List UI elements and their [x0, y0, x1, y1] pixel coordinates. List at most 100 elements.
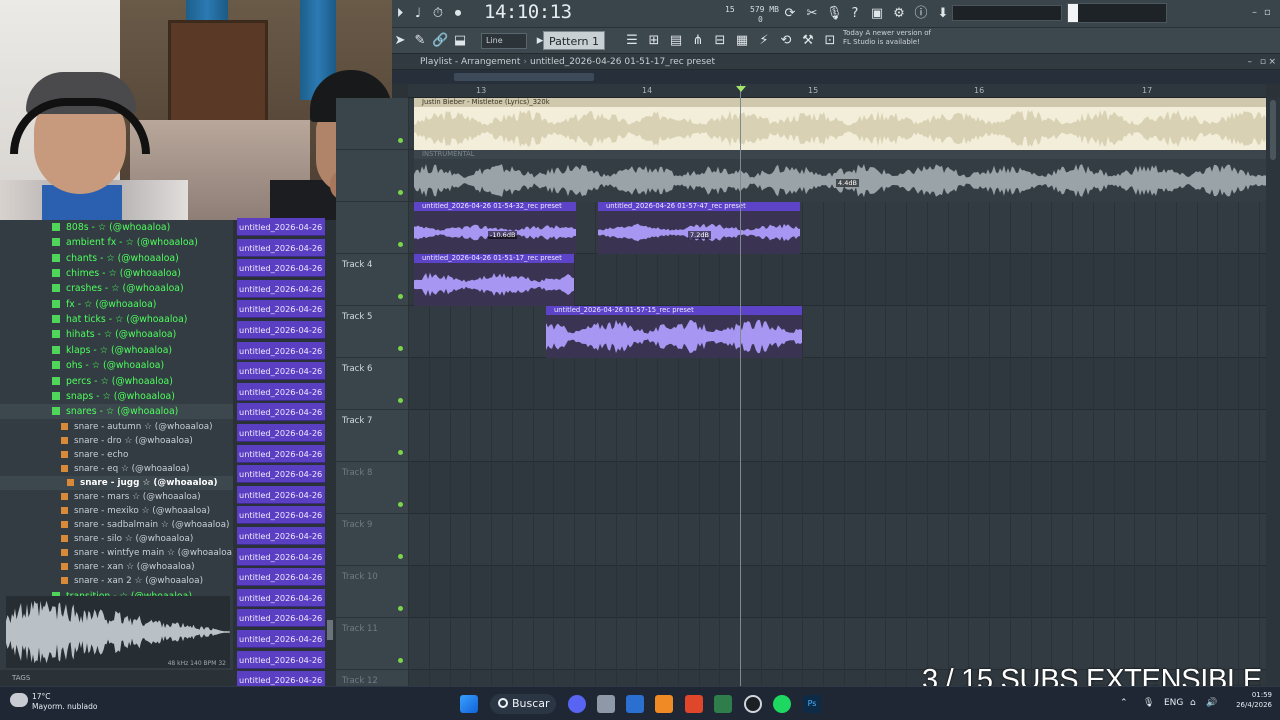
picker-clip-item[interactable]: untitled_2026-04-26 01- [237, 568, 325, 587]
playlist-restore-icon[interactable]: ▫ [1260, 54, 1266, 70]
track-header[interactable]: Track 11 [336, 618, 408, 670]
mixer-icon[interactable]: ☰ [624, 33, 640, 49]
fl-studio-icon[interactable] [655, 695, 673, 713]
timeline-ruler[interactable]: 13 14 15 16 17 [408, 84, 1266, 98]
browser-file[interactable]: snare - dro ☆ (@whoaaloa) [0, 434, 233, 448]
grid-row[interactable] [408, 462, 1266, 514]
discord-icon[interactable] [568, 695, 586, 713]
volume-icon[interactable]: 🔊 [1206, 698, 1217, 708]
picker-clip-item[interactable]: untitled_2026-04-26 01- [237, 279, 325, 298]
browser-file[interactable]: snare - xan ☆ (@whoaaloa) [0, 560, 233, 574]
song-clip[interactable]: Justin Bieber - Mistletoe (Lyrics)_320k [414, 98, 1266, 150]
browser-folder[interactable]: ohs - ☆ (@whoaaloa) [0, 358, 233, 373]
picker-clip-item[interactable]: untitled_2026-04-26 01- [237, 238, 325, 257]
grid-row[interactable] [408, 358, 1266, 410]
picker-clip-item[interactable]: untitled_2026-04-26 01- [237, 362, 325, 381]
browser-file[interactable]: snare - eq ☆ (@whoaaloa) [0, 462, 233, 476]
picker-clip-item[interactable]: untitled_2026-04-26 01- [237, 341, 325, 360]
track-mute-led[interactable] [398, 346, 403, 351]
grid-row[interactable] [408, 410, 1266, 462]
brave-icon[interactable] [685, 695, 703, 713]
track-mute-led[interactable] [398, 294, 403, 299]
settings-icon[interactable] [597, 695, 615, 713]
track-mute-led[interactable] [398, 398, 403, 403]
restore-icon[interactable]: ▫ [1264, 7, 1271, 18]
browser-file[interactable]: snare - mexiko ☆ (@whoaaloa) [0, 504, 233, 518]
track-mute-led[interactable] [398, 138, 403, 143]
explorer-icon[interactable] [626, 695, 644, 713]
track-mute-led[interactable] [398, 190, 403, 195]
browser-file[interactable]: snare - mars ☆ (@whoaaloa) [0, 490, 233, 504]
browser-folder[interactable]: chants - ☆ (@whoaaloa) [0, 251, 233, 266]
plugin-icon[interactable]: ⚙ [891, 6, 907, 22]
grid-row[interactable] [408, 618, 1266, 670]
picker-clip-item[interactable]: untitled_2026-04-26 01- [237, 444, 325, 463]
pencil-icon[interactable]: ✎ [412, 33, 428, 49]
browser-file[interactable]: snare - jugg ☆ (@whoaaloa) [0, 475, 233, 490]
playhead[interactable] [740, 84, 741, 686]
instrumental-clip[interactable]: INSTRUMENTAL 4.4dB [414, 150, 1266, 202]
browser-file[interactable]: snare - sadbalmain ☆ (@whoaaloa) [0, 518, 233, 532]
rec-clip-2[interactable]: untitled_2026-04-26 01-57-47_rec preset … [598, 202, 800, 254]
picker-clip-item[interactable]: untitled_2026-04-26 01- [237, 485, 325, 504]
playlist-vertical-scrollbar[interactable] [1266, 98, 1280, 686]
picker-clip-item[interactable]: untitled_2026-04-26 01- [237, 424, 325, 442]
play-mode-icon[interactable]: ⏵ [392, 6, 408, 22]
browser-folder[interactable]: snares - ☆ (@whoaaloa) [0, 404, 233, 420]
playlist-close-icon[interactable]: × [1268, 54, 1276, 70]
taskbar-search[interactable]: Buscar [490, 694, 556, 714]
mic-icon[interactable]: 🎙 [826, 6, 843, 22]
track-mute-led[interactable] [398, 450, 403, 455]
track-header[interactable]: Track 7 [336, 410, 408, 462]
channel-rack-icon[interactable]: ▤ [668, 33, 684, 49]
help-icon[interactable]: ? [847, 6, 863, 22]
save-icon[interactable]: ▣ [869, 6, 885, 22]
browser-file[interactable]: snare - xan 2 ☆ (@whoaaloa) [0, 574, 233, 588]
playlist-grid[interactable]: Justin Bieber - Mistletoe (Lyrics)_320k … [408, 98, 1266, 686]
browser-folder[interactable]: snaps - ☆ (@whoaaloa) [0, 389, 233, 404]
cart-icon[interactable]: ⊡ [822, 33, 838, 49]
rec-clip-3[interactable]: untitled_2026-04-26 01-51-17_rec preset [414, 254, 574, 306]
sample-preview[interactable]: 48 kHz 140 BPM 32 [6, 596, 230, 668]
start-icon[interactable] [460, 695, 478, 713]
photoshop-icon[interactable]: Ps [803, 695, 821, 713]
picker-clip-item[interactable]: untitled_2026-04-26 01- [237, 259, 325, 278]
track-header[interactable]: Track 9 [336, 514, 408, 566]
network-icon[interactable]: ⌂ [1190, 698, 1196, 708]
tempo-icon[interactable]: ♩ [410, 6, 426, 22]
clipboard-icon[interactable]: ▦ [734, 33, 750, 49]
picker-clip-item[interactable]: untitled_2026-04-26 01- [237, 506, 325, 525]
picker-clip-item[interactable]: untitled_2026-04-26 01- [237, 321, 325, 339]
language-indicator[interactable]: ENG [1164, 698, 1183, 708]
browser-folder[interactable]: ambient fx - ☆ (@whoaaloa) [0, 235, 233, 250]
playlist-overview[interactable] [392, 70, 1280, 84]
track-header[interactable]: Track 10 [336, 566, 408, 618]
track-mute-led[interactable] [398, 658, 403, 663]
download-icon[interactable]: ⬇ [935, 6, 951, 22]
snap-selector[interactable]: Line [481, 33, 527, 49]
chevron-up-icon[interactable]: ⌃ [1120, 698, 1128, 708]
browser-file[interactable]: snare - autumn ☆ (@whoaaloa) [0, 420, 233, 434]
piano-roll-icon[interactable]: ⊞ [646, 33, 662, 49]
track-mute-led[interactable] [398, 606, 403, 611]
grid-row[interactable] [408, 514, 1266, 566]
track-header[interactable] [336, 150, 408, 202]
plugin-db-icon[interactable]: ⊟ [712, 33, 728, 49]
song-position-clock[interactable]: 14:10:13 [484, 1, 572, 23]
browser-icon[interactable]: ⋔ [690, 33, 706, 49]
browser-folder[interactable]: klaps - ☆ (@whoaaloa) [0, 343, 233, 358]
picker-clip-item[interactable]: untitled_2026-04-26 01- [237, 300, 325, 319]
browser-folder[interactable]: crashes - ☆ (@whoaaloa) [0, 281, 233, 296]
browser-folder[interactable]: fx - ☆ (@whoaaloa) [0, 297, 233, 312]
picker-clip-item[interactable]: untitled_2026-04-26 01- [237, 527, 325, 545]
playlist-minimize-icon[interactable]: – [1248, 54, 1253, 70]
pattern-selector[interactable]: Pattern 1 [543, 31, 605, 50]
track-mute-led[interactable] [398, 554, 403, 559]
clock-tray[interactable]: 01:59 26/4/2026 [1236, 690, 1272, 710]
picker-clip-item[interactable]: untitled_2026-04-26 01- [237, 218, 325, 236]
grid-row[interactable] [408, 566, 1266, 618]
recording-icon[interactable]: ⟲ [778, 33, 794, 49]
mic-tray-icon[interactable]: 🎙 [1143, 698, 1154, 708]
browser-file[interactable]: snare - silo ☆ (@whoaaloa) [0, 532, 233, 546]
picker-clip-item[interactable]: untitled_2026-04-26 01- [237, 403, 325, 422]
